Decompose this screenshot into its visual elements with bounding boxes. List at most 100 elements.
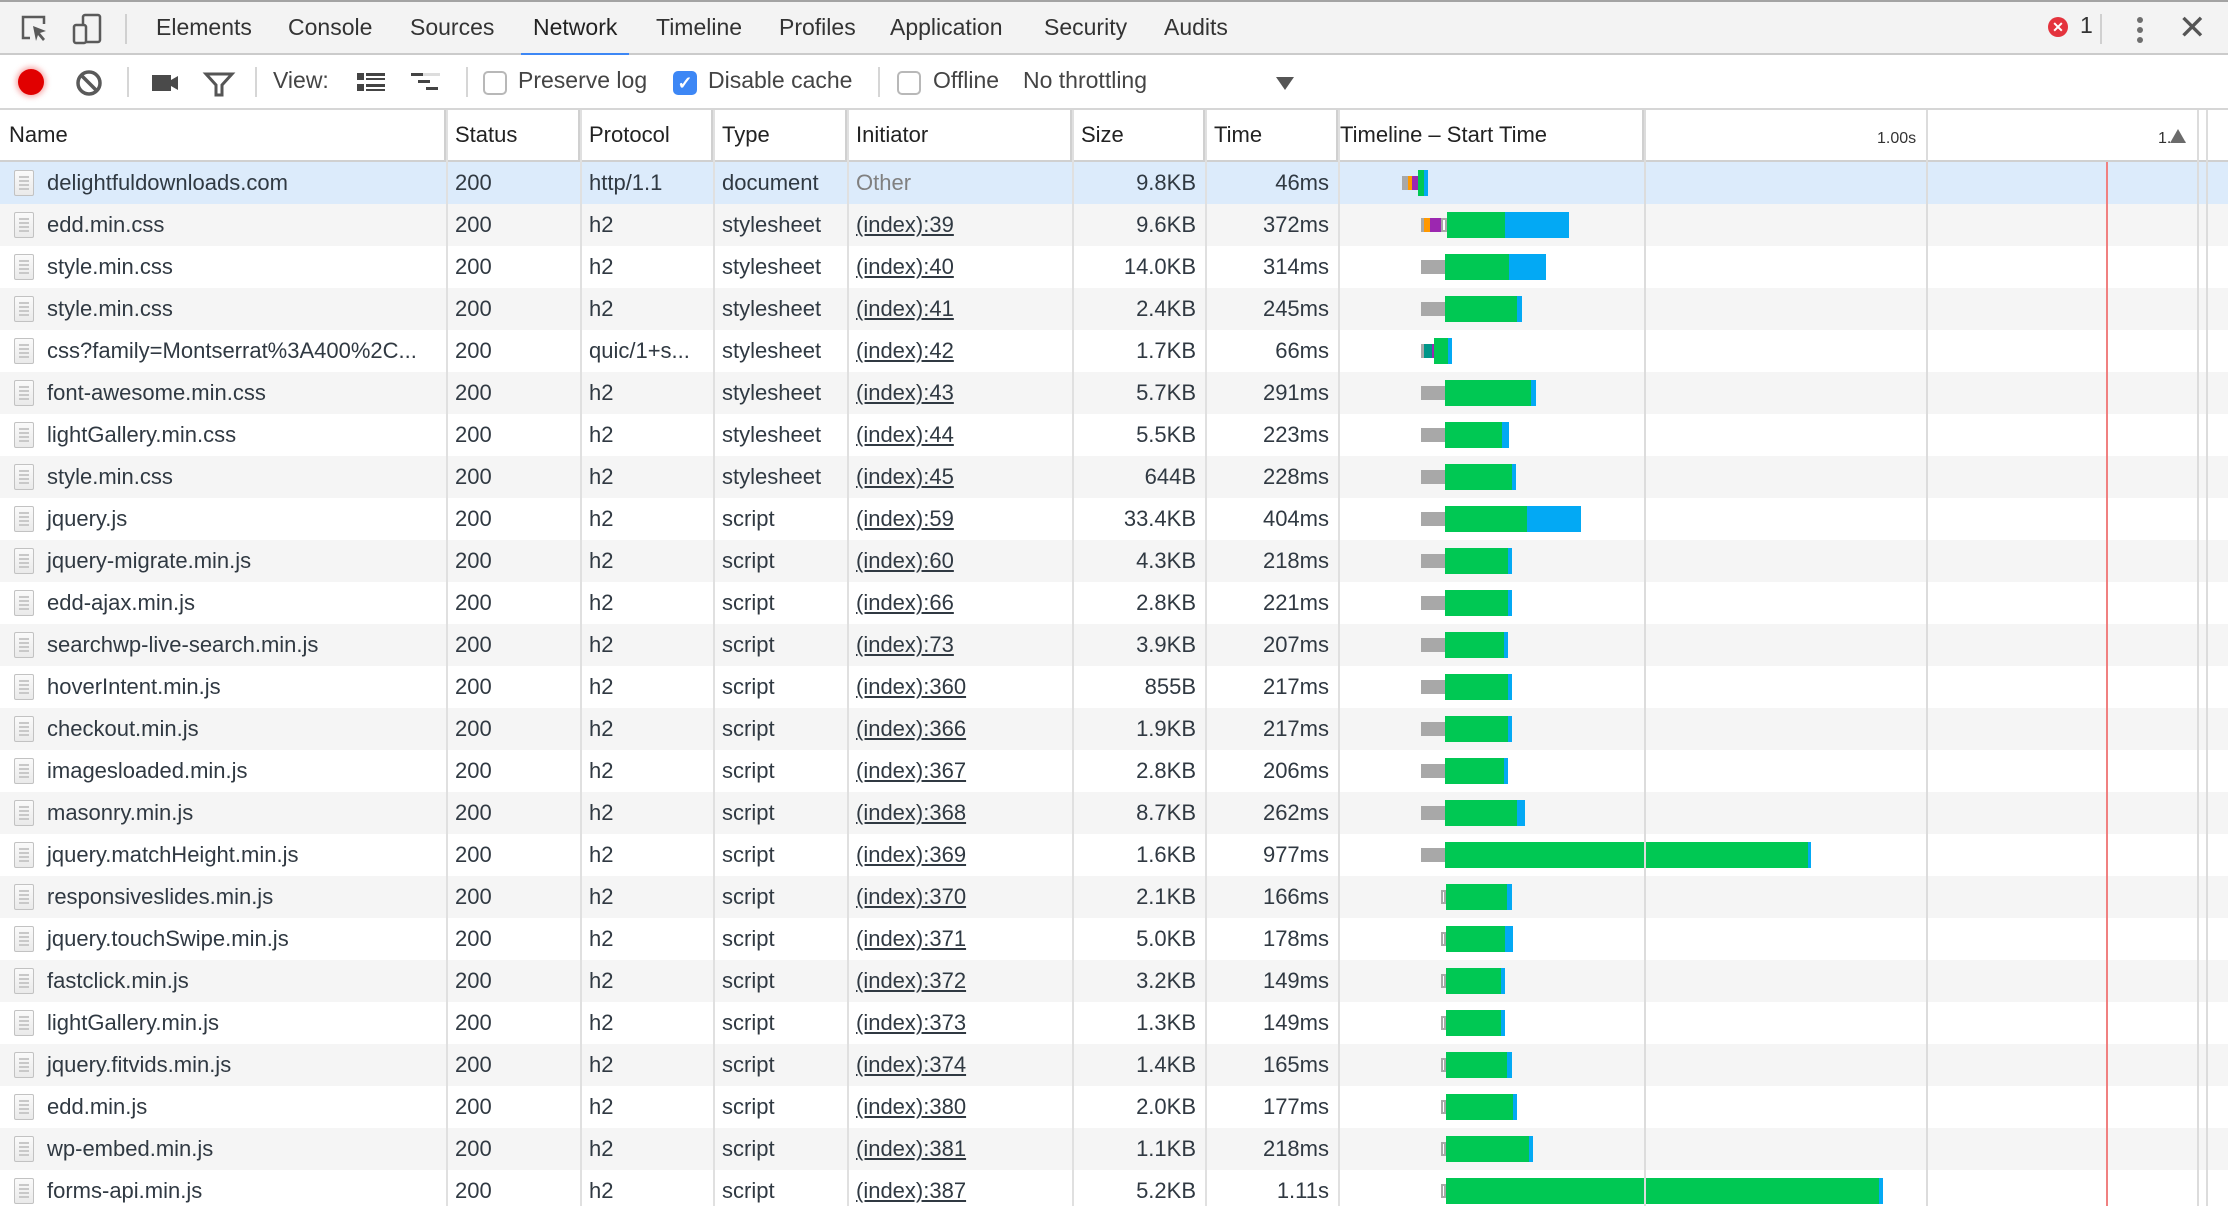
- overview-icon[interactable]: [408, 66, 442, 100]
- tab-profiles[interactable]: Profiles: [777, 2, 858, 55]
- request-name[interactable]: searchwp-live-search.min.js: [47, 624, 318, 666]
- tab-audits[interactable]: Audits: [1162, 2, 1230, 55]
- name-cell[interactable]: jquery.fitvids.min.js: [0, 1044, 446, 1086]
- name-cell[interactable]: style.min.css: [0, 456, 446, 498]
- request-name[interactable]: edd.min.css: [47, 204, 164, 246]
- name-cell[interactable]: edd.min.js: [0, 1086, 446, 1128]
- initiator-link[interactable]: (index):367: [856, 758, 966, 783]
- table-row[interactable]: masonry.min.js 200 h2 script (index):368 8.7K…: [0, 792, 2228, 834]
- name-cell[interactable]: css?family=Montserrat%3A400%2C...: [0, 330, 446, 372]
- request-name[interactable]: style.min.css: [47, 246, 173, 288]
- offline-label[interactable]: Offline: [933, 67, 999, 94]
- column-divider[interactable]: [1205, 110, 1207, 1206]
- table-row[interactable]: lightGallery.min.css 200 h2 stylesheet (inde…: [0, 414, 2228, 456]
- initiator-link[interactable]: (index):368: [856, 800, 966, 825]
- request-name[interactable]: lightGallery.min.css: [47, 414, 236, 456]
- column-header-time[interactable]: Time: [1205, 110, 1338, 160]
- column-header-timeline[interactable]: Timeline – Start Time: [1338, 110, 1644, 160]
- initiator-link[interactable]: (index):66: [856, 590, 954, 615]
- name-cell[interactable]: edd.min.css: [0, 204, 446, 246]
- tab-network[interactable]: Network: [520, 2, 630, 57]
- table-row[interactable]: style.min.css 200 h2 stylesheet (index):45 64…: [0, 456, 2228, 498]
- device-mode-icon[interactable]: [70, 12, 104, 46]
- table-row[interactable]: responsiveslides.min.js 200 h2 script (index…: [0, 876, 2228, 918]
- request-name[interactable]: wp-embed.min.js: [47, 1128, 213, 1170]
- initiator-link[interactable]: (index):360: [856, 674, 966, 699]
- name-cell[interactable]: checkout.min.js: [0, 708, 446, 750]
- name-cell[interactable]: forms-api.min.js: [0, 1170, 446, 1206]
- name-cell[interactable]: jquery.touchSwipe.min.js: [0, 918, 446, 960]
- request-name[interactable]: hoverIntent.min.js: [47, 666, 221, 708]
- table-row[interactable]: jquery-migrate.min.js 200 h2 script (index):…: [0, 540, 2228, 582]
- name-cell[interactable]: hoverIntent.min.js: [0, 666, 446, 708]
- table-row[interactable]: forms-api.min.js 200 h2 script (index):387 5.…: [0, 1170, 2228, 1206]
- table-row[interactable]: wp-embed.min.js 200 h2 script (index):381 1.1…: [0, 1128, 2228, 1170]
- preserve-log-label[interactable]: Preserve log: [518, 67, 647, 94]
- filter-icon[interactable]: [202, 66, 236, 100]
- name-cell[interactable]: imagesloaded.min.js: [0, 750, 446, 792]
- column-header-status[interactable]: Status: [446, 110, 580, 160]
- table-row[interactable]: hoverIntent.min.js 200 h2 script (index):360…: [0, 666, 2228, 708]
- initiator-link[interactable]: (index):73: [856, 632, 954, 657]
- initiator-link[interactable]: (index):381: [856, 1136, 966, 1161]
- initiator-link[interactable]: (index):380: [856, 1094, 966, 1119]
- name-cell[interactable]: delightfuldownloads.com: [0, 162, 446, 204]
- more-menu-icon[interactable]: [2130, 14, 2150, 44]
- table-row[interactable]: jquery.fitvids.min.js 200 h2 script (index):…: [0, 1044, 2228, 1086]
- column-header-type[interactable]: Type: [713, 110, 847, 160]
- initiator-link[interactable]: (index):373: [856, 1010, 966, 1035]
- tab-console[interactable]: Console: [286, 2, 374, 55]
- initiator-link[interactable]: (index):41: [856, 296, 954, 321]
- tab-sources[interactable]: Sources: [408, 2, 496, 55]
- inspect-element-icon[interactable]: [18, 12, 52, 46]
- column-divider[interactable]: [580, 110, 582, 1206]
- initiator-link[interactable]: (index):39: [856, 212, 954, 237]
- name-cell[interactable]: edd-ajax.min.js: [0, 582, 446, 624]
- tab-security[interactable]: Security: [1042, 2, 1129, 55]
- initiator-link[interactable]: (index):42: [856, 338, 954, 363]
- column-divider[interactable]: [1072, 110, 1074, 1206]
- name-cell[interactable]: jquery.matchHeight.min.js: [0, 834, 446, 876]
- column-header-name[interactable]: Name: [0, 110, 446, 160]
- request-name[interactable]: masonry.min.js: [47, 792, 193, 834]
- request-name[interactable]: fastclick.min.js: [47, 960, 189, 1002]
- initiator-link[interactable]: (index):60: [856, 548, 954, 573]
- request-name[interactable]: css?family=Montserrat%3A400%2C...: [47, 330, 417, 372]
- table-row[interactable]: edd-ajax.min.js 200 h2 script (index):66 2.8K…: [0, 582, 2228, 624]
- table-row[interactable]: edd.min.css 200 h2 stylesheet (index):39 9.6K…: [0, 204, 2228, 246]
- table-row[interactable]: style.min.css 200 h2 stylesheet (index):41 2.…: [0, 288, 2228, 330]
- request-name[interactable]: checkout.min.js: [47, 708, 199, 750]
- initiator-link[interactable]: (index):369: [856, 842, 966, 867]
- name-cell[interactable]: lightGallery.min.js: [0, 1002, 446, 1044]
- initiator-link[interactable]: (index):372: [856, 968, 966, 993]
- name-cell[interactable]: style.min.css: [0, 288, 446, 330]
- table-row[interactable]: searchwp-live-search.min.js 200 h2 script (i…: [0, 624, 2228, 666]
- throttling-select[interactable]: No throttling: [1023, 67, 1147, 94]
- column-divider[interactable]: [713, 110, 715, 1206]
- request-name[interactable]: jquery.fitvids.min.js: [47, 1044, 231, 1086]
- initiator-link[interactable]: (index):370: [856, 884, 966, 909]
- table-row[interactable]: jquery.js 200 h2 script (index):59 33.4KB 404m…: [0, 498, 2228, 540]
- column-header-initiator[interactable]: Initiator: [847, 110, 1072, 160]
- large-rows-icon[interactable]: [354, 66, 388, 100]
- request-name[interactable]: jquery.touchSwipe.min.js: [47, 918, 289, 960]
- preserve-log-checkbox[interactable]: [483, 71, 507, 95]
- column-divider[interactable]: [446, 110, 448, 1206]
- table-row[interactable]: jquery.matchHeight.min.js 200 h2 script (ind…: [0, 834, 2228, 876]
- clear-icon[interactable]: [72, 66, 106, 100]
- name-cell[interactable]: masonry.min.js: [0, 792, 446, 834]
- chevron-down-icon[interactable]: [1276, 77, 1294, 90]
- name-cell[interactable]: lightGallery.min.css: [0, 414, 446, 456]
- initiator-link[interactable]: (index):371: [856, 926, 966, 951]
- sort-ascending-icon[interactable]: [2170, 129, 2186, 143]
- table-row[interactable]: css?family=Montserrat%3A400%2C... 200 quic…: [0, 330, 2228, 372]
- name-cell[interactable]: jquery.js: [0, 498, 446, 540]
- name-cell[interactable]: wp-embed.min.js: [0, 1128, 446, 1170]
- initiator-link[interactable]: (index):374: [856, 1052, 966, 1077]
- table-row[interactable]: imagesloaded.min.js 200 h2 script (index):36…: [0, 750, 2228, 792]
- request-name[interactable]: delightfuldownloads.com: [47, 162, 288, 204]
- column-header-protocol[interactable]: Protocol: [580, 110, 713, 160]
- request-name[interactable]: responsiveslides.min.js: [47, 876, 273, 918]
- tab-elements[interactable]: Elements: [154, 2, 254, 55]
- error-icon[interactable]: ✕: [2048, 17, 2068, 37]
